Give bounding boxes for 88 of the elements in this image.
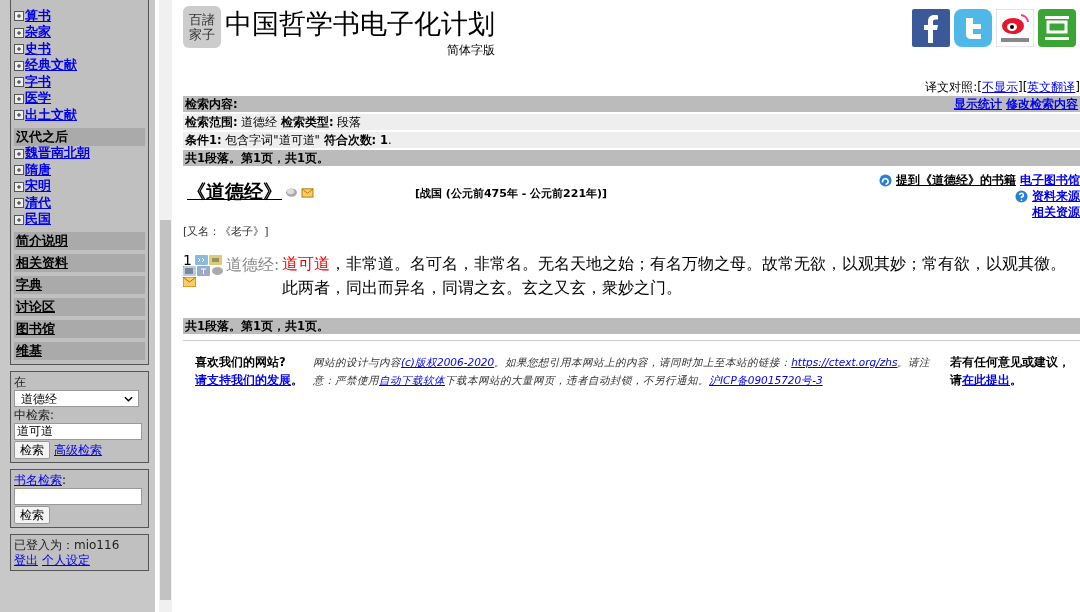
category-link[interactable]: 宋明: [25, 178, 51, 196]
category-link[interactable]: 魏晋南北朝: [25, 145, 90, 163]
account-link[interactable]: 个人设定: [42, 553, 90, 567]
expand-icon[interactable]: [14, 11, 24, 22]
query-heading: 检索内容:: [185, 96, 238, 112]
period-text: [战国 (公元前475年 - 公元前221年)]: [415, 186, 608, 201]
eye-icon[interactable]: [996, 9, 1034, 47]
category-link[interactable]: 经典文献: [25, 57, 77, 75]
envelope-icon[interactable]: [183, 277, 196, 287]
query-action-link[interactable]: 显示统计: [954, 96, 1002, 112]
tag-icon[interactable]: [208, 255, 222, 265]
paragraph-number-link[interactable]: 1: [183, 255, 192, 265]
login-status: 已登入为：mio116: [14, 538, 121, 552]
copyright-text: 网站的设计与内容(c)版权2006-2020。如果您想引用本网站上的内容，请同时加上至本站的链接：https://ctext.org/zhs。请注意：严禁使用自动下载软体下载本网站的大量网页，违者自动封锁，不另行通知。沪ICP备09015720号-3: [313, 355, 932, 388]
expand-icon[interactable]: [14, 198, 24, 209]
bracket-text: [: [1022, 80, 1028, 94]
expand-icon[interactable]: [14, 93, 24, 104]
section-link[interactable]: 相关资料: [14, 254, 145, 272]
category-link[interactable]: 民国: [25, 211, 51, 229]
help-icon: [1015, 189, 1028, 203]
section-link[interactable]: 图书馆: [14, 320, 145, 338]
field-label: 在: [14, 375, 27, 389]
category-link[interactable]: 算书: [25, 7, 51, 25]
library-link[interactable]: 电子图书馆: [1020, 171, 1080, 189]
category-link[interactable]: 清代: [25, 194, 51, 212]
title-search-field[interactable]: [14, 488, 142, 505]
share-icon[interactable]: [912, 9, 950, 47]
expand-icon[interactable]: [14, 44, 24, 55]
section-link[interactable]: 字典: [14, 276, 145, 294]
expand-icon[interactable]: [14, 181, 24, 192]
site-title: 中国哲学书电子化计划: [225, 7, 495, 41]
expand-icon[interactable]: [14, 148, 24, 159]
footer-link[interactable]: 沪ICP备09015720号-3: [709, 374, 823, 386]
expand-icon[interactable]: [14, 214, 24, 225]
expand-icon[interactable]: [14, 110, 24, 121]
search-field[interactable]: 道可道: [14, 423, 142, 440]
section-link[interactable]: 讨论区: [14, 298, 145, 316]
scrollbar[interactable]: [159, 0, 172, 612]
result-summary: 共1段落。第1页，共1页。: [185, 150, 329, 166]
expand-icon[interactable]: [14, 60, 24, 71]
category-link[interactable]: 隋唐: [25, 161, 51, 179]
account-link[interactable]: 登出: [14, 553, 38, 567]
bracket-text: ]: [1017, 80, 1023, 94]
feedback-link[interactable]: 在此提出: [962, 373, 1010, 387]
query-detail: 条件1: 包含字词"道可道" 符合次数: 1.: [185, 132, 392, 148]
category-link[interactable]: 杂家: [25, 24, 51, 42]
advanced-search-link[interactable]: 高级检索: [54, 443, 102, 457]
alias-text: [又名：《老子》]: [183, 224, 270, 239]
expand-icon[interactable]: [14, 165, 24, 176]
support-link[interactable]: 请支持我们的发展: [195, 373, 291, 387]
scope-dropdown[interactable]: 道德经: [14, 390, 139, 407]
query-detail: 检索范围: 道德经 检索类型: 段落: [185, 114, 362, 130]
chevron-down-icon: [124, 395, 133, 402]
translation-link[interactable]: 不显示: [981, 80, 1018, 94]
bracket-text: ]: [1075, 80, 1080, 94]
footer-link[interactable]: 自动下载软体: [379, 374, 445, 386]
category-link[interactable]: 出土文献: [25, 106, 77, 124]
category-link[interactable]: 史书: [25, 40, 51, 58]
colon-text: :: [62, 473, 67, 487]
section-link[interactable]: 简介说明: [14, 232, 145, 250]
query-action-link[interactable]: 修改检索内容: [1006, 96, 1078, 112]
field-label: 中检索:: [14, 408, 56, 422]
section-link[interactable]: 维基: [14, 342, 145, 360]
result-summary: 共1段落。第1页，共1页。: [185, 318, 329, 334]
search-button[interactable]: 检索: [14, 506, 50, 524]
mentions-link[interactable]: 提到《道德经》的书籍: [896, 171, 1016, 189]
source-link[interactable]: 资料来源: [1032, 187, 1080, 205]
footer-link[interactable]: (c)版权2006-2020: [401, 356, 495, 368]
expand-icon[interactable]: [14, 27, 24, 38]
search-button[interactable]: 检索: [14, 441, 50, 459]
translation-label: 译文对照:: [925, 80, 978, 94]
translation-link[interactable]: 英文翻译: [1027, 80, 1076, 94]
book-title-link[interactable]: 《道德经》: [187, 179, 282, 205]
logo-badge: 百諸 家子: [183, 6, 221, 48]
related-link[interactable]: 相关资源: [1032, 203, 1080, 221]
title-search-link[interactable]: 书名检索: [14, 473, 62, 487]
source-label: 道德经:: [226, 255, 280, 276]
passage-text: 道可道，非常道。名可名，非常名。无名天地之始；有名万物之母。故常无欲，以观其妙；常有欲，以观其徼。此两者，同出而异名，同谓之玄。玄之又玄，衆妙之门。: [282, 254, 1068, 299]
footer-link[interactable]: https://ctext.org/zhs: [791, 356, 898, 368]
support-text: 喜欢我们的网站? 请支持我们的发展。: [195, 354, 301, 389]
category-link[interactable]: 字书: [25, 73, 51, 91]
feedback-text: 若有任何意见或建议，请在此提出。: [950, 354, 1071, 389]
section-heading: 汉代之后: [14, 127, 145, 146]
envelope-icon[interactable]: [301, 186, 314, 198]
category-link[interactable]: 医学: [25, 90, 51, 108]
version-link[interactable]: 简体字版: [447, 42, 495, 59]
bracket-text: [: [977, 80, 982, 94]
expand-icon[interactable]: [14, 77, 24, 88]
